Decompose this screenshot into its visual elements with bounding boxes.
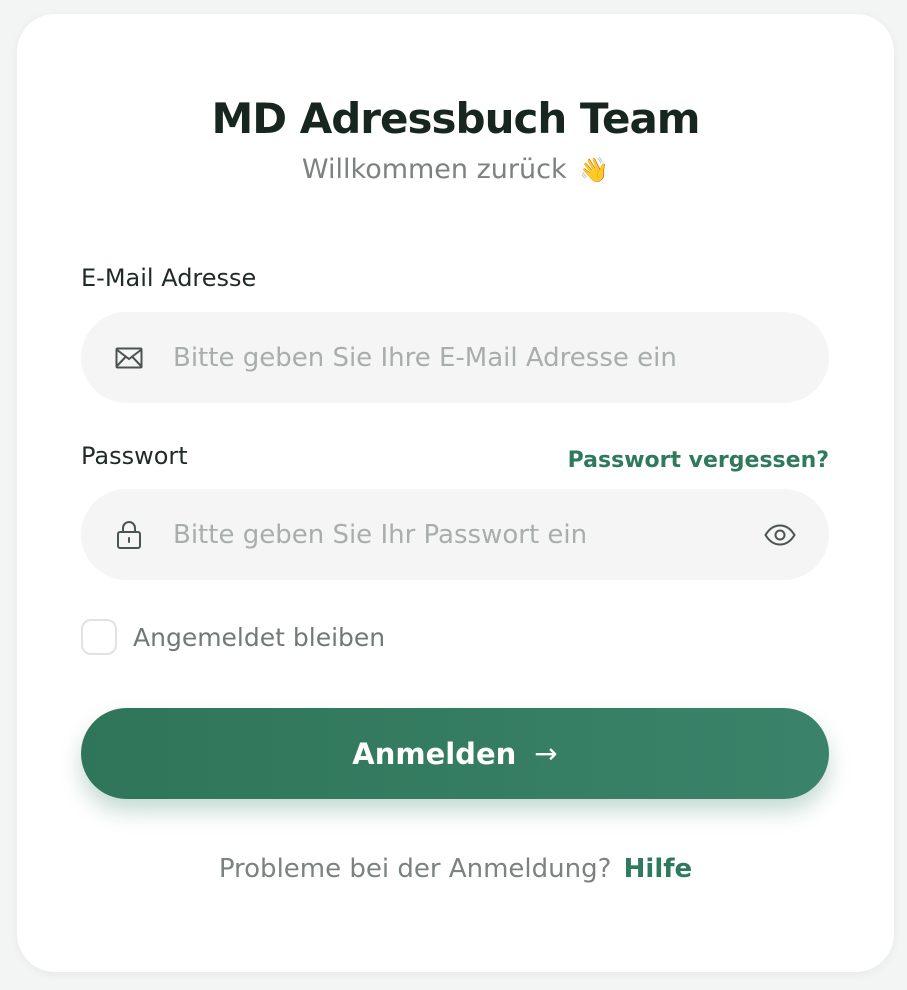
waving-hand-icon: 👋 bbox=[579, 156, 610, 184]
remember-me[interactable]: Angemeldet bleiben bbox=[81, 619, 385, 655]
remember-me-checkbox[interactable] bbox=[81, 619, 117, 655]
email-input[interactable] bbox=[171, 312, 731, 403]
page-title: MD Adressbuch Team bbox=[211, 94, 700, 143]
envelope-icon bbox=[114, 343, 144, 373]
help-link[interactable]: Hilfe bbox=[624, 854, 693, 884]
login-button[interactable]: Anmelden → bbox=[81, 708, 829, 799]
email-label: E-Mail Adresse bbox=[81, 264, 257, 292]
arrow-right-icon: → bbox=[534, 737, 558, 770]
help-question: Probleme bei der Anmeldung? bbox=[218, 854, 612, 884]
password-field-container bbox=[81, 489, 829, 580]
subtitle-text: Willkommen zurück bbox=[301, 154, 567, 185]
email-field-container bbox=[81, 312, 829, 403]
forgot-password-link[interactable]: Passwort vergessen? bbox=[568, 448, 829, 473]
eye-icon[interactable] bbox=[763, 518, 797, 552]
help-footer: Probleme bei der Anmeldung? Hilfe bbox=[17, 854, 894, 884]
login-button-label: Anmelden bbox=[352, 736, 517, 771]
password-input[interactable] bbox=[171, 489, 731, 580]
password-label: Passwort bbox=[81, 442, 188, 470]
welcome-subtitle: Willkommen zurück 👋 bbox=[17, 154, 894, 185]
remember-me-label: Angemeldet bleiben bbox=[133, 622, 386, 652]
lock-icon bbox=[114, 520, 144, 550]
login-card: MD Adressbuch Team Willkommen zurück 👋 E… bbox=[17, 14, 894, 972]
